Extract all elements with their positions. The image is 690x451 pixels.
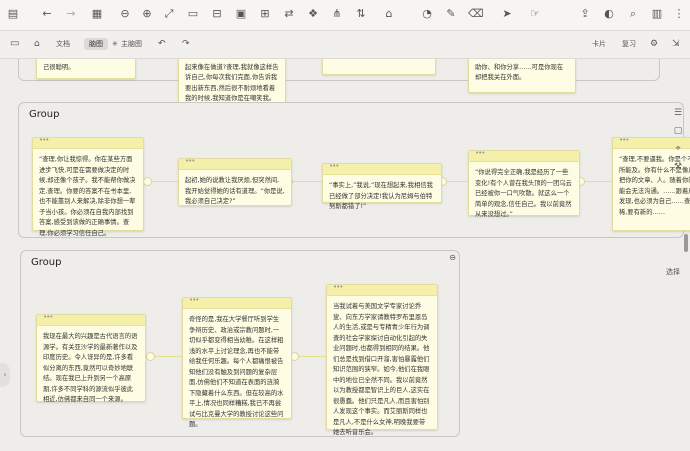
card-header[interactable]: ••• — [179, 157, 291, 170]
list-icon[interactable]: ☰ — [670, 105, 686, 121]
theme-label[interactable]: 主脑图 — [121, 38, 142, 50]
zoom-in-icon[interactable]: ⊕ — [140, 7, 154, 21]
back-icon[interactable]: ← — [40, 7, 54, 21]
tab-card[interactable]: 卡片 — [592, 38, 606, 50]
layout-icon[interactable]: ⊟ — [210, 7, 224, 21]
card-text: “事实上,”我说,“现在想起来,我相信我已经做了部分决定!我认为尼姆与伯特努斯都… — [329, 182, 433, 210]
card-text: 我希望你的智慧都来收高,愿意协助你、和你分享……可是你现在却把我关在外面。 — [475, 59, 565, 81]
tag-icon[interactable]: ⌂ — [382, 7, 396, 21]
trash-icon[interactable]: ⌫ — [468, 7, 484, 21]
fit-icon[interactable]: ⤢ — [162, 7, 176, 21]
select-button[interactable]: 选择 — [666, 267, 680, 277]
card-text: “你说得完全正确,我是经历了一些变化!有个人曾在我头顶的一团乌云已经被你一口气吹… — [475, 169, 572, 218]
tree-icon[interactable]: ⋔ — [330, 7, 344, 21]
insert-icon[interactable]: ▣ — [234, 7, 248, 21]
tab-mindmap[interactable]: 脑图 — [84, 38, 108, 50]
card-group1-3[interactable]: ••• “事实上,”我说,“现在想起来,我相信我已经做了部分决定!我认为尼姆与伯… — [322, 162, 442, 210]
card-text: 奇怪的是,我在大学餐厅听到学生争辩历史、政治或宗教问题时,一切似乎都变得相当幼稚… — [189, 316, 284, 428]
lock-icon[interactable]: ◔ — [420, 7, 434, 21]
mindmap-icon[interactable]: ❖ — [306, 7, 320, 21]
card-text: 当我试着与美国文学专家讨论乔叟、向东方学家请教特罗布里恩岛人的生活,或是与专精青… — [333, 303, 430, 436]
card-group1-1[interactable]: ••• “查理,你让我惊得。你在某些方面进步飞快,可是在需要做决定的时候,却还像… — [32, 136, 144, 237]
undo-icon[interactable]: ↶ — [158, 38, 166, 50]
title-bar: ▤ ← → ▦ ⊖ ⊕ ⤢ ▭ ⊟ ▣ ⊞ ⇄ ❖ ⋔ ⇅ ⌂ ◔ ✎ ⌫ ➤ … — [0, 0, 690, 31]
sidebar-toggle-icon[interactable]: ▤ — [6, 7, 20, 21]
link-handle[interactable] — [143, 177, 152, 186]
card-group1-4[interactable]: ••• “你说得完全正确,我是经历了一些变化!有个人曾在我头顶的一团乌云已经被你… — [468, 149, 580, 218]
card-icon[interactable]: ▭ — [186, 7, 200, 21]
card-text: 我现在最大的兴趣是古代语言的语源学。有关亚沙学的最新著作以及印度历史。令人讶异的… — [43, 333, 138, 403]
link-handle[interactable] — [146, 352, 155, 361]
search-icon[interactable]: ⌕ — [626, 7, 640, 21]
link-icon[interactable]: ⇄ — [282, 7, 296, 21]
card-group2-1[interactable]: ••• 我现在最大的兴趣是古代语言的语源学。有关亚沙学的最新著作以及印度历史。令… — [36, 313, 146, 403]
expand-icon[interactable]: ⇲ — [672, 38, 680, 50]
share-icon[interactable]: ⇪ — [578, 7, 592, 21]
left-panel-handle[interactable]: › — [0, 363, 10, 387]
group-title[interactable]: Group — [31, 257, 61, 268]
settings-icon[interactable]: ⚙ — [650, 38, 658, 50]
card-header[interactable]: ••• — [469, 149, 579, 162]
layout-toggle-icon[interactable]: ▭ — [10, 38, 19, 50]
zoom-out-icon[interactable]: ⊖ — [118, 7, 132, 21]
card-text: 起初,她的说教让我厌烦,但突然间,我开始觉得她的话有道理。“你是说,我必须自己决… — [185, 177, 285, 205]
card-header[interactable]: ••• — [33, 136, 143, 149]
tools-icon[interactable]: ⚒ — [670, 159, 686, 175]
forward-icon[interactable]: → — [64, 7, 78, 21]
card-group1-2[interactable]: ••• 起初,她的说教让我厌烦,但突然间,我开始觉得她的话有道理。“你是说,我必… — [178, 157, 292, 206]
group-title[interactable]: Group — [29, 109, 59, 120]
scrollbar-thumb[interactable] — [684, 234, 688, 252]
card-header[interactable]: ••• — [37, 313, 145, 326]
card-text: “查理,你让我惊得。你在某些方面进步飞快,可是在需要做决定的时候,却还像个孩子。… — [39, 156, 136, 237]
library-icon[interactable]: ⌂ — [34, 38, 40, 50]
tab-review[interactable]: 复习 — [622, 38, 636, 50]
card-header[interactable]: ••• — [183, 296, 291, 309]
card-header[interactable]: ••• — [327, 283, 437, 296]
grid-icon[interactable]: ▦ — [90, 7, 104, 21]
panel-icon[interactable]: ▥ — [650, 7, 664, 21]
hand-icon[interactable]: ☞ — [528, 7, 542, 21]
view-toolbar: ▭ ⌂ 文档 脑图 ✳ 主脑图 ↶ ↷ 卡片 复习 ⚙ ⇲ — [0, 31, 690, 59]
pen-icon[interactable]: ✎ — [444, 7, 458, 21]
pointer-icon[interactable]: ➤ — [500, 7, 514, 21]
card-text: 的转变。 — [323, 59, 435, 69]
theme-icon: ✳ — [112, 40, 118, 48]
card-text: 在日那段日,每个人都曾觉得自己很聪明。 — [43, 59, 127, 71]
pin-icon[interactable]: ⌖ — [670, 141, 686, 157]
collapse-icon[interactable]: ⊖ — [449, 253, 456, 262]
card-top-3[interactable]: 的转变。 — [322, 59, 436, 75]
tab-document[interactable]: 文档 — [56, 38, 70, 50]
arrange-icon[interactable]: ⇅ — [354, 7, 368, 21]
card-group2-3[interactable]: ••• 当我试着与美国文学专家讨论乔叟、向东方学家请教特罗布里恩岛人的生活,或是… — [326, 283, 438, 436]
palette-icon[interactable]: ◐ — [602, 7, 616, 21]
card-top-1[interactable]: 在日那段日,每个人都曾觉得自己很聪明。 — [36, 59, 136, 79]
redo-icon[interactable]: ↷ — [182, 38, 190, 50]
more-icon[interactable]: ⋮ — [672, 7, 686, 21]
canvas[interactable]: 在日那段日,每个人都曾觉得自己很聪明。 是查理继承式的快速进步,让你看起来像在做… — [0, 59, 690, 451]
card-header[interactable]: ••• — [323, 162, 441, 175]
card-top-4[interactable]: 我希望你的智慧都来收高,愿意协助你、和你分享……可是你现在却把我关在外面。 — [468, 59, 576, 93]
note-icon[interactable]: ▢ — [670, 123, 686, 139]
group-icon[interactable]: ⊞ — [258, 7, 272, 21]
card-group2-2[interactable]: ••• 奇怪的是,我在大学餐厅听到学生争辩历史、政治或宗教问题时,一切似乎都变得… — [182, 296, 292, 428]
